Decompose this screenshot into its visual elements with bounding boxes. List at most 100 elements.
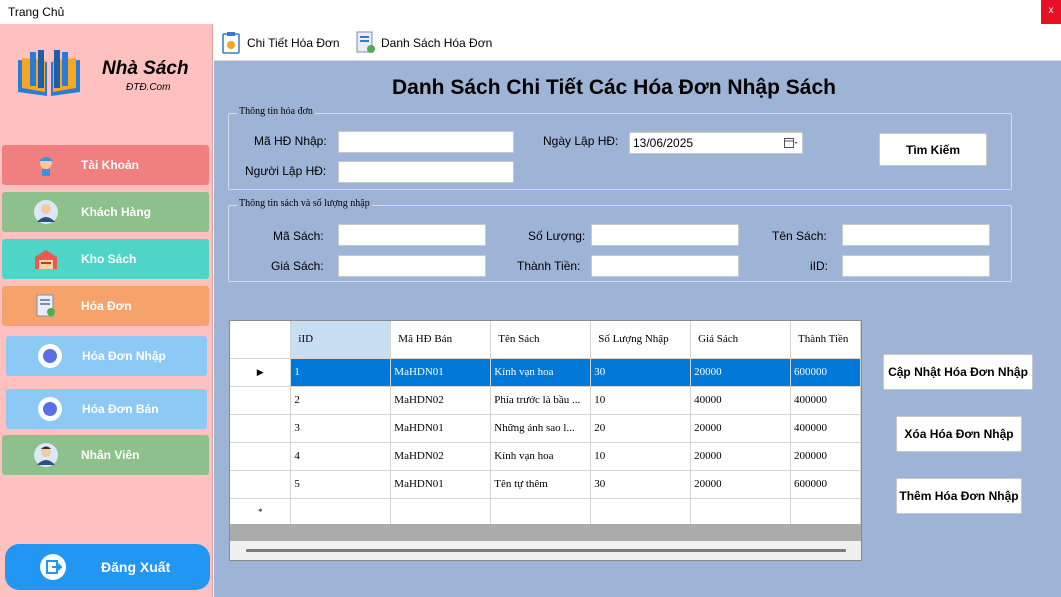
cell[interactable]: 10 <box>590 386 692 415</box>
cell[interactable]: 40000 <box>690 386 791 415</box>
sidebar-item-hoa-don-ban[interactable]: Hóa Đơn Bán <box>6 389 207 429</box>
cell[interactable]: 20000 <box>690 442 791 471</box>
table-row[interactable]: 3 MaHDN01 Những ánh sao l... 20 20000 40… <box>230 414 861 443</box>
cell[interactable] <box>290 498 392 527</box>
cell[interactable]: 3 <box>290 414 392 443</box>
add-import-invoice-button[interactable]: Thêm Hóa Đơn Nhập <box>896 478 1022 514</box>
cell[interactable]: 20000 <box>690 414 791 443</box>
book-id-input[interactable] <box>338 224 486 246</box>
column-header[interactable]: Số Lượng Nhập <box>590 321 692 359</box>
column-header[interactable]: iID <box>290 321 392 359</box>
logout-icon <box>40 554 66 580</box>
cell[interactable]: 10 <box>590 442 692 471</box>
import-id-input[interactable] <box>338 131 514 153</box>
cell[interactable]: MaHDN01 <box>390 470 492 499</box>
cell[interactable]: Kính vạn hoa <box>490 442 592 471</box>
sidebar-item-label: Hóa Đơn Bán <box>82 402 159 416</box>
quantity-label: Số Lượng: <box>528 229 586 243</box>
tab-chi-tiet-hoa-don[interactable]: Chi Tiết Hóa Đơn <box>221 31 340 55</box>
cell[interactable]: 400000 <box>790 414 861 443</box>
sidebar-item-kho-sach[interactable]: Kho Sách <box>2 239 209 279</box>
invoice-detail-grid[interactable]: iID Mã HĐ Bán Tên Sách Số Lượng Nhập Giá… <box>229 320 862 561</box>
calendar-icon[interactable] <box>784 137 798 149</box>
cell[interactable]: 600000 <box>790 358 861 387</box>
sidebar-item-label: Hóa Đơn Nhập <box>82 349 166 363</box>
new-row[interactable]: * <box>230 498 861 527</box>
horizontal-scrollbar[interactable] <box>230 541 861 560</box>
tab-label: Chi Tiết Hóa Đơn <box>247 36 340 50</box>
cell[interactable]: 20 <box>590 414 692 443</box>
row-header-corner <box>230 321 292 359</box>
brand-subtitle: ĐTĐ.Com <box>126 82 171 93</box>
cell[interactable]: 200000 <box>790 442 861 471</box>
row-selector[interactable] <box>230 386 292 415</box>
column-header[interactable]: Thành Tiền <box>790 321 861 359</box>
update-import-invoice-button[interactable]: Cập Nhật Hóa Đơn Nhập <box>883 354 1033 390</box>
cell[interactable]: Phía trước là bầu ... <box>490 386 592 415</box>
cell[interactable]: Những ánh sao l... <box>490 414 592 443</box>
cell[interactable]: 2 <box>290 386 392 415</box>
cell[interactable]: 4 <box>290 442 392 471</box>
creator-input[interactable] <box>338 161 514 183</box>
table-row[interactable]: 4 MaHDN02 Kính vạn hoa 10 20000 200000 <box>230 442 861 471</box>
cell[interactable]: MaHDN02 <box>390 386 492 415</box>
row-selector[interactable] <box>230 414 292 443</box>
sidebar-item-tai-khoan[interactable]: Tài Khoản <box>2 145 209 185</box>
sidebar-item-hoa-don[interactable]: Hóa Đơn <box>2 286 209 326</box>
row-selector[interactable] <box>230 442 292 471</box>
column-header[interactable]: Tên Sách <box>490 321 592 359</box>
cell[interactable]: Tên tự thêm <box>490 470 592 499</box>
cell[interactable] <box>790 498 861 527</box>
cell[interactable]: 400000 <box>790 386 861 415</box>
column-header[interactable]: Mã HĐ Bán <box>390 321 492 359</box>
close-button[interactable]: x <box>1041 0 1061 24</box>
sidebar-item-hoa-don-nhap[interactable]: Hóa Đơn Nhập <box>6 336 207 376</box>
cell[interactable] <box>590 498 692 527</box>
cell[interactable] <box>490 498 592 527</box>
table-row[interactable]: ▶ 1 MaHDN01 Kính vạn hoa 30 20000 600000 <box>230 358 861 387</box>
date-picker[interactable]: 13/06/2025 <box>629 132 803 154</box>
cell[interactable]: 1 <box>290 358 392 387</box>
cell[interactable]: 600000 <box>790 470 861 499</box>
cell[interactable]: 20000 <box>690 358 791 387</box>
table-row[interactable]: 5 MaHDN01 Tên tự thêm 30 20000 600000 <box>230 470 861 499</box>
table-row[interactable]: 2 MaHDN02 Phía trước là bầu ... 10 40000… <box>230 386 861 415</box>
total-input[interactable] <box>591 255 739 277</box>
row-selector[interactable]: * <box>230 498 292 527</box>
tab-danh-sach-hoa-don[interactable]: Danh Sách Hóa Đơn <box>355 31 492 55</box>
user-helmet-icon <box>32 151 60 179</box>
column-header[interactable]: Giá Sách <box>690 321 791 359</box>
cell[interactable]: 5 <box>290 470 392 499</box>
scrollbar-thumb[interactable] <box>246 549 846 552</box>
sidebar-item-khach-hang[interactable]: Khách Hàng <box>2 192 209 232</box>
cell[interactable]: Kính vạn hoa <box>490 358 592 387</box>
date-label: Ngày Lập HĐ: <box>543 134 619 148</box>
cell[interactable] <box>390 498 492 527</box>
cell[interactable]: 20000 <box>690 470 791 499</box>
logout-button[interactable]: Đăng Xuất <box>5 544 210 590</box>
cell[interactable]: MaHDN02 <box>390 442 492 471</box>
sidebar-item-nhan-vien[interactable]: Nhân Viên <box>2 435 209 475</box>
sidebar-item-label: Tài Khoản <box>81 158 140 172</box>
delete-import-invoice-button[interactable]: Xóa Hóa Đơn Nhập <box>896 416 1022 452</box>
book-name-input[interactable] <box>842 224 990 246</box>
quantity-input[interactable] <box>591 224 739 246</box>
search-button[interactable]: Tìm Kiếm <box>879 133 987 166</box>
page-title: Danh Sách Chi Tiết Các Hóa Đơn Nhập Sách <box>392 76 836 99</box>
date-value: 13/06/2025 <box>633 136 694 150</box>
sidebar-item-label: Khách Hàng <box>81 205 152 219</box>
price-input[interactable] <box>338 255 486 277</box>
sidebar: Nhà Sách ĐTĐ.Com Tài Khoản Khách Hàng Kh… <box>0 24 213 597</box>
row-selector[interactable]: ▶ <box>230 358 292 387</box>
total-label: Thành Tiền: <box>517 259 581 273</box>
creator-label: Người Lập HĐ: <box>245 164 327 178</box>
cell[interactable]: MaHDN01 <box>390 358 492 387</box>
cell[interactable]: 30 <box>590 470 692 499</box>
cell[interactable]: 30 <box>590 358 692 387</box>
cell[interactable]: MaHDN01 <box>390 414 492 443</box>
cell[interactable] <box>690 498 791 527</box>
row-selector[interactable] <box>230 470 292 499</box>
iid-input[interactable] <box>842 255 990 277</box>
book-logo-icon <box>18 50 80 96</box>
sidebar-item-label: Hóa Đơn <box>81 299 132 313</box>
